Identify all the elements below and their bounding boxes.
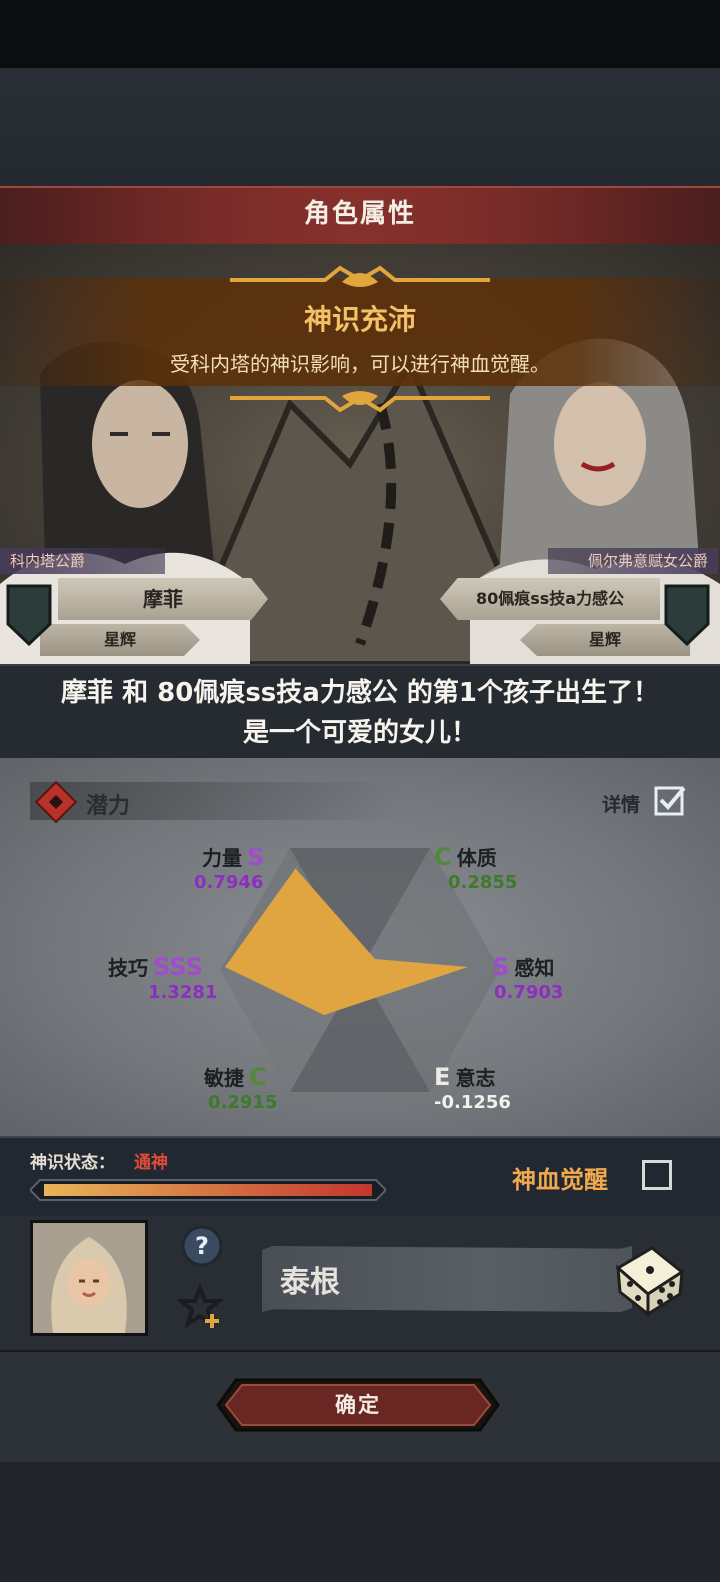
birth-message-line1: 摩菲 和 80佩痕ss技a力感公 的第1个孩子出生了！ [61, 678, 659, 708]
mother-title: 佩尔弗意赋女公爵 [548, 548, 718, 574]
stat-agility: 敏捷 C [204, 1062, 267, 1091]
page-title: 角色属性 [303, 199, 416, 229]
stat-grade: C [249, 1063, 267, 1091]
confirm-label[interactable]: 确定 [216, 1378, 500, 1432]
detail-label: 详情 [602, 794, 641, 816]
stat-grade: S [247, 843, 265, 871]
mother-name: 80佩痕ss技a力感公 [440, 578, 660, 620]
question-icon[interactable]: ? [180, 1224, 224, 1268]
awaken-label: 神血觉醒 [512, 1166, 608, 1194]
potential-label: 潜力 [86, 794, 131, 819]
stat-grade: SSS [153, 953, 203, 981]
stat-will: E 意志 [434, 1062, 496, 1091]
svg-text:?: ? [195, 1232, 209, 1260]
stat-strength: 力量 S [202, 842, 264, 871]
bloodline-progress-bar [30, 1179, 386, 1201]
bottom-area [0, 1462, 720, 1582]
father-title: 科内塔公爵 [0, 548, 165, 574]
stat-value-agility: 0.2915 [208, 1092, 278, 1113]
progress-fill [44, 1184, 372, 1196]
state-value: 通神 [134, 1153, 168, 1173]
background [0, 68, 720, 186]
stat-perception: S 感知 [492, 952, 554, 981]
detail-checkbox[interactable] [654, 784, 686, 816]
potential-icon [34, 780, 78, 824]
stat-name: 力量 [202, 846, 242, 870]
stat-value-constitution: 0.2855 [448, 872, 518, 893]
stat-name: 感知 [514, 956, 555, 980]
father-name: 摩菲 [58, 578, 268, 620]
state-label: 神识状态： [30, 1153, 115, 1173]
stat-value-strength: 0.7946 [194, 872, 264, 893]
child-name-input[interactable] [262, 1246, 632, 1312]
announcement-title: 神识充沛 [303, 303, 416, 336]
awaken-checkbox[interactable] [642, 1160, 672, 1190]
stat-value-perception: 0.7903 [494, 982, 564, 1003]
baby-avatar [30, 1220, 148, 1336]
stat-name: 敏捷 [204, 1066, 244, 1090]
top-bar [0, 0, 720, 68]
stat-value-skill: 1.3281 [148, 982, 218, 1003]
stat-grade: C [434, 843, 452, 871]
ornament-bottom [230, 391, 490, 413]
moon-shield-icon [664, 584, 710, 646]
announcement-description: 受科内塔的神识影响，可以进行神血觉醒。 [170, 352, 550, 376]
father-faith: 星辉 [40, 624, 200, 656]
birth-message-line2: 是一个可爱的女儿！ [242, 718, 477, 748]
dice-icon[interactable] [608, 1238, 688, 1318]
stat-grade: E [434, 1063, 451, 1091]
baby-icon [33, 1223, 145, 1333]
stat-name: 技巧 [108, 956, 148, 980]
stat-grade: S [492, 953, 510, 981]
stat-constitution: C 体质 [434, 842, 497, 871]
stat-name: 意志 [455, 1066, 496, 1090]
ornament-top [230, 265, 490, 287]
star-add-icon[interactable] [178, 1284, 226, 1332]
stat-value-will: -0.1256 [434, 1092, 511, 1113]
stat-name: 体质 [456, 846, 497, 870]
moon-shield-icon [6, 584, 52, 646]
stat-skill: 技巧 SSS [108, 952, 203, 981]
